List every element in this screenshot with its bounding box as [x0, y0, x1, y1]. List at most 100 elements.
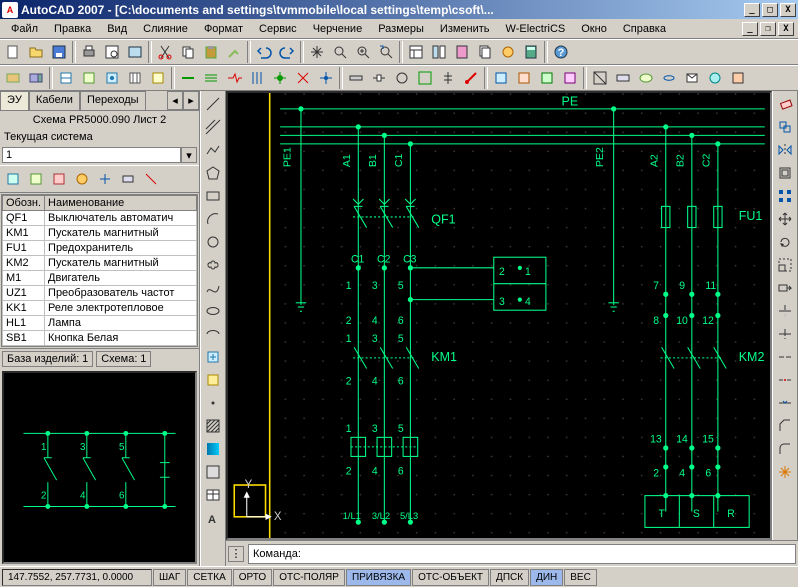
table-row[interactable]: KK1Реле электротепловое — [3, 301, 197, 316]
we-c3-icon[interactable] — [635, 67, 657, 89]
we-wire7-icon[interactable] — [315, 67, 337, 89]
offset-icon[interactable] — [773, 162, 797, 184]
menu-edit[interactable]: Правка — [47, 21, 98, 37]
status-lwt[interactable]: ВЕС — [564, 569, 597, 586]
save-icon[interactable] — [48, 41, 70, 63]
tab-scroll-right-icon[interactable]: ▸ — [183, 91, 199, 110]
explode-icon[interactable] — [773, 461, 797, 483]
cut-icon[interactable] — [154, 41, 176, 63]
open-icon[interactable] — [25, 41, 47, 63]
tab-trans[interactable]: Переходы — [80, 91, 146, 110]
table-row[interactable]: FU1Предохранитель — [3, 241, 197, 256]
hatch-icon[interactable] — [201, 415, 225, 437]
rotate-icon[interactable] — [773, 231, 797, 253]
we-comp1-icon[interactable] — [55, 67, 77, 89]
status-ducs[interactable]: ДПСК — [490, 569, 529, 586]
undo-icon[interactable] — [253, 41, 275, 63]
menu-window[interactable]: Окно — [574, 21, 614, 37]
scale-icon[interactable] — [773, 254, 797, 276]
command-input[interactable] — [248, 544, 796, 564]
status-polar[interactable]: ОТС-ПОЛЯР — [273, 569, 345, 586]
calc-icon[interactable] — [520, 41, 542, 63]
match-icon[interactable] — [223, 41, 245, 63]
array-icon[interactable] — [773, 185, 797, 207]
plot-preview-icon[interactable] — [101, 41, 123, 63]
col-code[interactable]: Обозн. — [3, 196, 45, 211]
system-input[interactable] — [2, 147, 181, 163]
pline-icon[interactable] — [201, 139, 225, 161]
ellipse-icon[interactable] — [201, 300, 225, 322]
cmd-handle-icon[interactable]: ⋮ — [228, 546, 244, 562]
table-row[interactable]: M1Двигатель — [3, 271, 197, 286]
we-a1-icon[interactable] — [345, 67, 367, 89]
we-b3-icon[interactable] — [536, 67, 558, 89]
break-icon[interactable] — [773, 346, 797, 368]
we-comp2-icon[interactable] — [78, 67, 100, 89]
tab-scroll-left-icon[interactable]: ◂ — [167, 91, 183, 110]
pt-i6-icon[interactable] — [117, 168, 139, 190]
we-c1-icon[interactable] — [589, 67, 611, 89]
we-t2-icon[interactable] — [25, 67, 47, 89]
maximize-button[interactable]: □ — [762, 3, 778, 17]
we-b1-icon[interactable] — [490, 67, 512, 89]
we-wire6-icon[interactable] — [292, 67, 314, 89]
status-otrack[interactable]: ОТС-ОБЪЕКТ — [412, 569, 489, 586]
ellipse-arc-icon[interactable] — [201, 323, 225, 345]
insert-icon[interactable] — [201, 346, 225, 368]
tab-eu[interactable]: ЭУ — [0, 91, 29, 110]
menu-draw[interactable]: Черчение — [306, 21, 370, 37]
rect-icon[interactable] — [201, 185, 225, 207]
break2-icon[interactable] — [773, 369, 797, 391]
region-icon[interactable] — [201, 461, 225, 483]
xline-icon[interactable] — [201, 116, 225, 138]
status-grid[interactable]: СЕТКА — [187, 569, 232, 586]
tool-palettes-icon[interactable] — [451, 41, 473, 63]
we-wire1-icon[interactable] — [177, 67, 199, 89]
table-row[interactable]: HL1Лампа — [3, 316, 197, 331]
status-ortho[interactable]: ОРТО — [233, 569, 272, 586]
move-icon[interactable] — [773, 208, 797, 230]
table-row[interactable]: KM2Пускатель магнитный — [3, 256, 197, 271]
we-c7-icon[interactable] — [727, 67, 749, 89]
we-wire2-icon[interactable] — [200, 67, 222, 89]
we-c5-icon[interactable] — [681, 67, 703, 89]
mdi-restore[interactable]: ❐ — [760, 22, 776, 36]
we-a2-icon[interactable] — [368, 67, 390, 89]
join-icon[interactable] — [773, 392, 797, 414]
pt-i4-icon[interactable] — [71, 168, 93, 190]
table-row[interactable]: QF1Выключатель автоматич — [3, 211, 197, 226]
markup-icon[interactable] — [497, 41, 519, 63]
we-comp4-icon[interactable] — [124, 67, 146, 89]
circle-icon[interactable] — [201, 231, 225, 253]
we-a6-icon[interactable] — [460, 67, 482, 89]
arc-icon[interactable] — [201, 208, 225, 230]
status-snap[interactable]: ШАГ — [153, 569, 186, 586]
we-a4-icon[interactable] — [414, 67, 436, 89]
mdi-minimize[interactable]: _ — [742, 22, 758, 36]
fillet-icon[interactable] — [773, 438, 797, 460]
redo-icon[interactable] — [276, 41, 298, 63]
menu-welec[interactable]: W-ElectriCS — [499, 21, 573, 37]
spline-icon[interactable] — [201, 277, 225, 299]
close-button[interactable]: X — [780, 3, 796, 17]
pt-add-icon[interactable] — [2, 168, 24, 190]
help-icon[interactable]: ? — [550, 41, 572, 63]
mirror-icon[interactable] — [773, 139, 797, 161]
zoom-prev-icon[interactable] — [375, 41, 397, 63]
polygon-icon[interactable] — [201, 162, 225, 184]
pt-del-icon[interactable] — [48, 168, 70, 190]
design-center-icon[interactable] — [428, 41, 450, 63]
we-b2-icon[interactable] — [513, 67, 535, 89]
block-icon[interactable] — [201, 369, 225, 391]
we-a5-icon[interactable] — [437, 67, 459, 89]
publish-icon[interactable] — [124, 41, 146, 63]
zoom-window-icon[interactable] — [352, 41, 374, 63]
point-icon[interactable] — [201, 392, 225, 414]
mdi-close[interactable]: X — [778, 22, 794, 36]
properties-icon[interactable] — [405, 41, 427, 63]
tab-cables[interactable]: Кабели — [29, 91, 80, 110]
status-dyn[interactable]: ДИН — [530, 569, 563, 586]
we-wire3-icon[interactable] — [223, 67, 245, 89]
menu-service[interactable]: Сервис — [252, 21, 304, 37]
we-t1-icon[interactable] — [2, 67, 24, 89]
